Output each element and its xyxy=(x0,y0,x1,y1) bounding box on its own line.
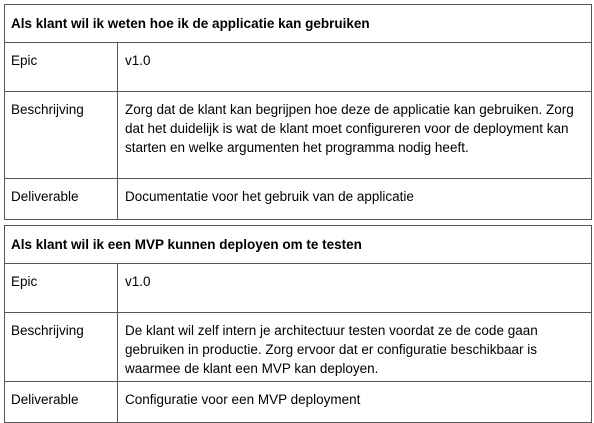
description-value: Zorg dat de klant kan begrijpen hoe deze… xyxy=(117,91,592,179)
story-title-row: Als klant wil ik een MVP kunnen deployen… xyxy=(4,225,592,264)
description-value: De klant wil zelf intern je architectuur… xyxy=(117,312,592,382)
epic-value: v1.0 xyxy=(117,263,592,313)
epic-row: Epic v1.0 xyxy=(4,263,592,313)
description-label: Beschrijving xyxy=(4,312,118,382)
deliverable-label: Deliverable xyxy=(4,381,118,423)
epic-value: v1.0 xyxy=(117,42,592,92)
description-row: Beschrijving Zorg dat de klant kan begri… xyxy=(4,91,592,179)
user-story-table-1: Als klant wil ik weten hoe ik de applica… xyxy=(4,4,592,220)
epic-label: Epic xyxy=(4,42,118,92)
description-row: Beschrijving De klant wil zelf intern je… xyxy=(4,312,592,382)
story-title-row: Als klant wil ik weten hoe ik de applica… xyxy=(4,4,592,43)
deliverable-row: Deliverable Documentatie voor het gebrui… xyxy=(4,178,592,220)
description-label: Beschrijving xyxy=(4,91,118,179)
deliverable-row: Deliverable Configuratie voor een MVP de… xyxy=(4,381,592,423)
deliverable-value: Documentatie voor het gebruik van de app… xyxy=(117,178,592,220)
story-title: Als klant wil ik een MVP kunnen deployen… xyxy=(4,225,592,264)
deliverable-value: Configuratie voor een MVP deployment xyxy=(117,381,592,423)
epic-label: Epic xyxy=(4,263,118,313)
deliverable-label: Deliverable xyxy=(4,178,118,220)
epic-row: Epic v1.0 xyxy=(4,42,592,92)
story-title: Als klant wil ik weten hoe ik de applica… xyxy=(4,4,592,43)
user-story-table-2: Als klant wil ik een MVP kunnen deployen… xyxy=(4,225,592,423)
